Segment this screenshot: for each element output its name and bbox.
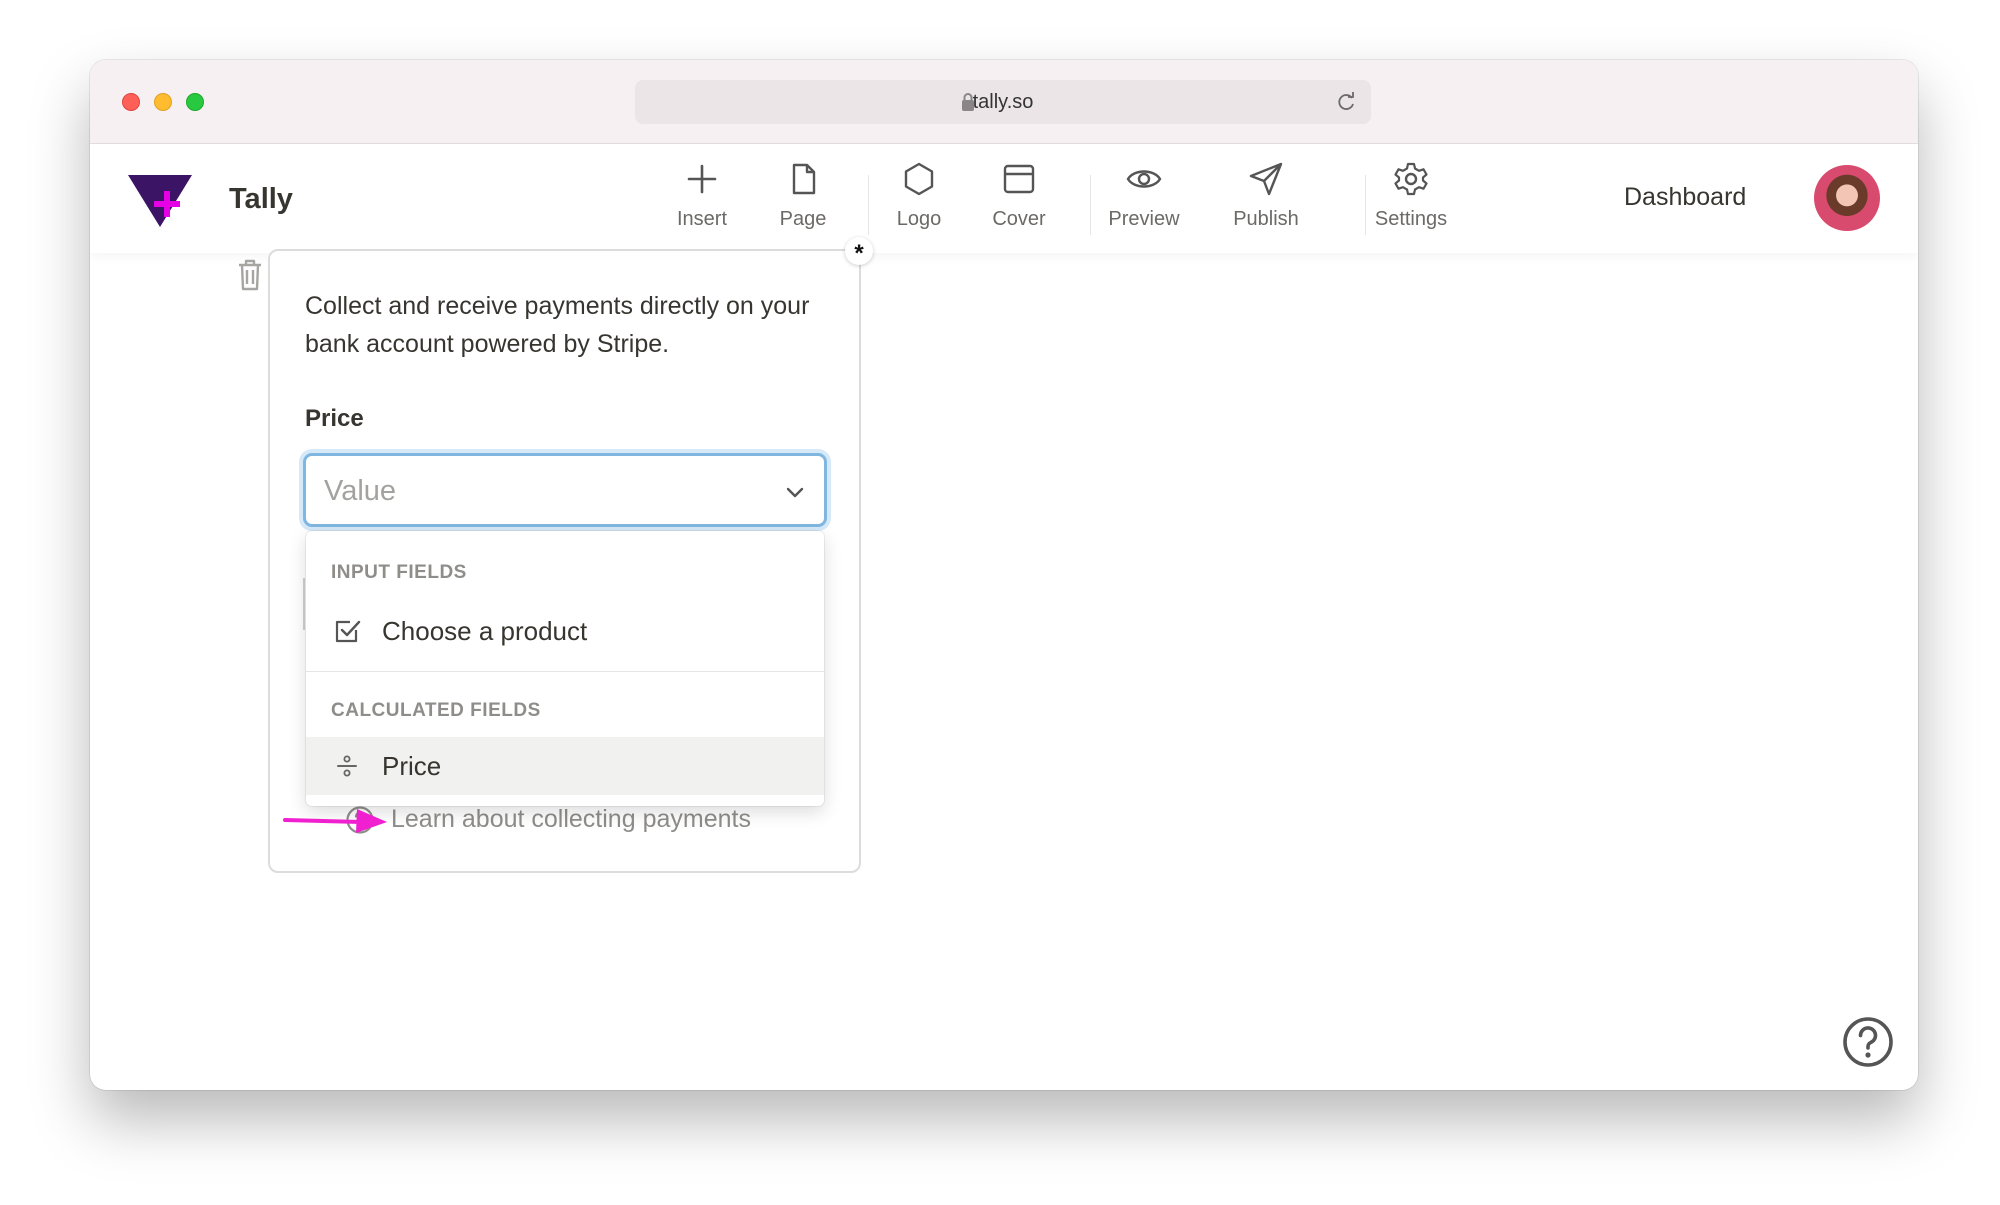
toolbar-cover-button[interactable]: Cover	[969, 161, 1069, 241]
toolbar-settings-button[interactable]: Settings	[1361, 161, 1461, 241]
price-dropdown-menu: INPUT FIELDS Choose a product CALCULATED…	[306, 531, 824, 806]
dropdown-divider	[306, 671, 824, 672]
toolbar-publish-button[interactable]: Publish	[1216, 161, 1316, 241]
divide-icon	[337, 755, 357, 777]
checkbox-icon	[335, 620, 361, 643]
app-header: Tally Insert Page Logo Cover Preview Pub…	[90, 145, 1918, 253]
avatar[interactable]	[1814, 165, 1880, 231]
cover-icon	[1003, 164, 1035, 194]
eye-icon	[1126, 170, 1162, 188]
address-bar[interactable]: tally.so	[635, 80, 1371, 124]
price-select-placeholder: Value	[324, 475, 397, 507]
reload-icon[interactable]	[1335, 91, 1357, 113]
required-marker: *	[845, 237, 873, 267]
payment-description: Collect and receive payments directly on…	[305, 292, 810, 358]
toolbar-insert-button[interactable]: Insert	[652, 161, 752, 241]
send-icon	[1249, 162, 1283, 196]
toolbar-page-button[interactable]: Page	[753, 161, 853, 241]
dropdown-item-choose-a-product[interactable]: Choose a product	[306, 602, 824, 660]
dropdown-section-heading: INPUT FIELDS	[331, 562, 467, 583]
url-text: tally.so	[972, 91, 1034, 113]
hidden-field-edge	[303, 578, 305, 630]
annotation-arrow-icon	[283, 809, 387, 833]
minimize-window-button[interactable]	[154, 93, 172, 111]
plus-icon	[687, 164, 717, 194]
maximize-window-button[interactable]	[186, 93, 204, 111]
gear-icon	[1394, 162, 1428, 196]
dropdown-section-heading: CALCULATED FIELDS	[331, 700, 541, 721]
tally-logo-icon[interactable]	[126, 169, 196, 229]
price-select[interactable]: Value	[303, 453, 827, 527]
trash-icon[interactable]	[236, 258, 264, 292]
dropdown-item-price[interactable]: Price	[306, 737, 824, 795]
help-icon[interactable]	[1842, 1016, 1894, 1068]
toolbar-logo-button[interactable]: Logo	[869, 161, 969, 241]
toolbar-separator	[1090, 175, 1091, 235]
chevron-down-icon	[786, 487, 804, 498]
hexagon-icon	[904, 162, 934, 196]
page-icon	[792, 163, 816, 195]
brand-name: Tally	[229, 183, 293, 215]
browser-titlebar: tally.so	[90, 60, 1918, 144]
close-window-button[interactable]	[122, 93, 140, 111]
toolbar-preview-button[interactable]: Preview	[1094, 161, 1194, 241]
price-label: Price	[305, 405, 364, 432]
dashboard-link[interactable]: Dashboard	[1624, 183, 1746, 212]
